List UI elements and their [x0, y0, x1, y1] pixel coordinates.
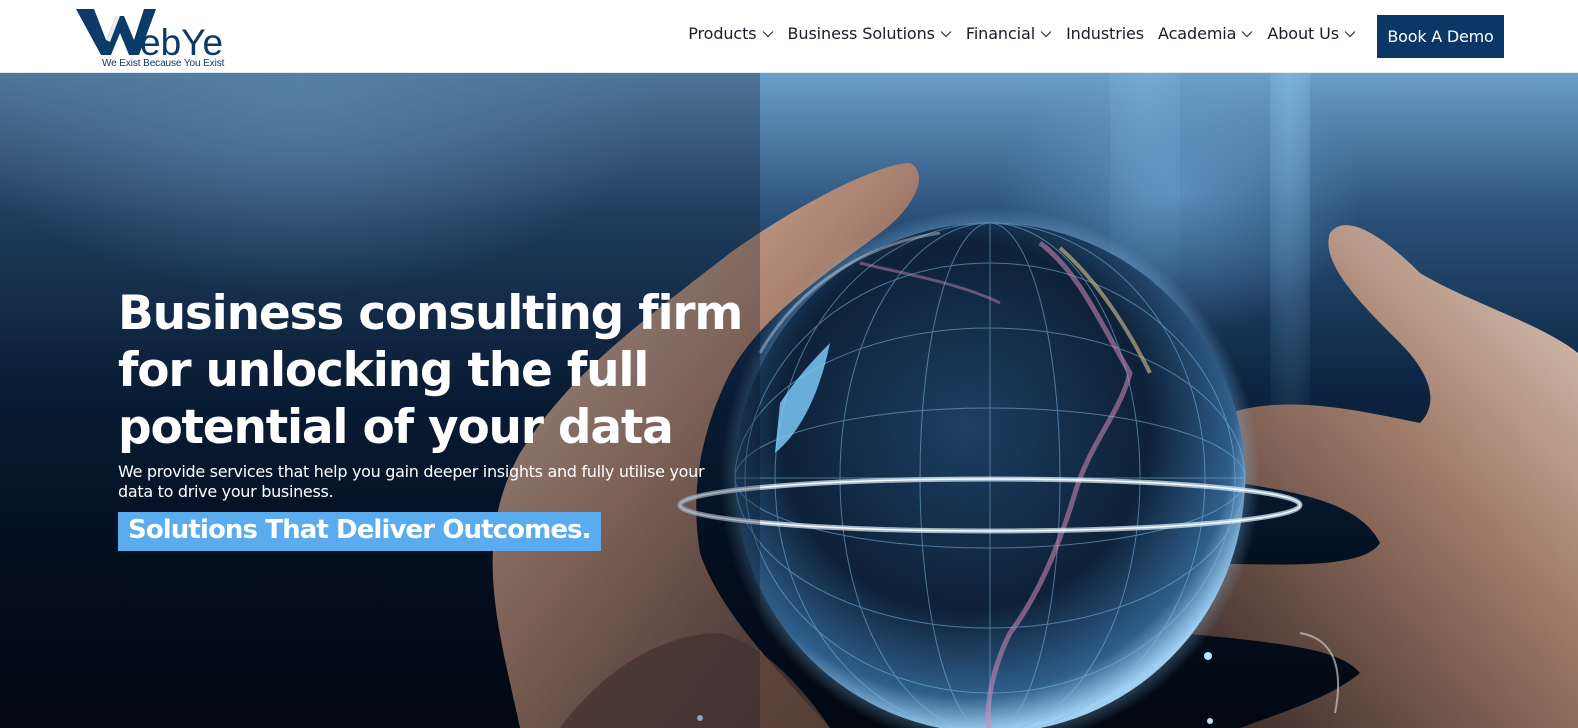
- chevron-down-icon: [1344, 30, 1356, 38]
- hero-title-line: potential of your data: [118, 400, 674, 455]
- logo-wordmark: ebYe: [140, 22, 223, 57]
- nav-item-label: Academia: [1158, 24, 1237, 43]
- logo-tagline: We Exist Because You Exist: [102, 58, 225, 69]
- book-demo-button[interactable]: Book A Demo: [1377, 15, 1504, 58]
- main-nav: Products Business Solutions Financial In…: [688, 24, 1356, 43]
- chevron-down-icon: [762, 30, 774, 38]
- hero-subtitle: We provide services that help you gain d…: [118, 462, 705, 501]
- nav-item-products[interactable]: Products: [688, 24, 773, 43]
- nav-item-label: Products: [688, 24, 757, 43]
- hero-badge: Solutions That Deliver Outcomes.: [118, 512, 601, 551]
- nav-item-label: Industries: [1066, 24, 1145, 43]
- hero-section: Business consulting firm for unlocking t…: [0, 73, 1578, 728]
- nav-item-industries[interactable]: Industries: [1066, 24, 1144, 43]
- site-header: ebYe We Exist Because You Exist Products…: [0, 0, 1578, 73]
- nav-item-label: Business Solutions: [787, 24, 935, 43]
- nav-item-about-us[interactable]: About Us: [1267, 24, 1356, 43]
- nav-item-label: About Us: [1267, 24, 1339, 43]
- hero-title-line: Business consulting firm: [118, 286, 743, 341]
- nav-item-business-solutions[interactable]: Business Solutions: [788, 24, 952, 43]
- hero-content: Business consulting firm for unlocking t…: [118, 285, 758, 551]
- hero-title: Business consulting firm for unlocking t…: [118, 285, 758, 456]
- chevron-down-icon: [940, 30, 952, 38]
- nav-item-financial[interactable]: Financial: [966, 24, 1052, 43]
- nav-item-label: Financial: [965, 24, 1036, 43]
- chevron-down-icon: [1040, 30, 1052, 38]
- nav-item-academia[interactable]: Academia: [1158, 24, 1253, 43]
- hero-title-line: for unlocking the full: [118, 343, 649, 398]
- logo-mark: ebYe: [76, 9, 223, 57]
- logo[interactable]: ebYe We Exist Because You Exist: [76, 7, 236, 71]
- chevron-down-icon: [1241, 30, 1253, 38]
